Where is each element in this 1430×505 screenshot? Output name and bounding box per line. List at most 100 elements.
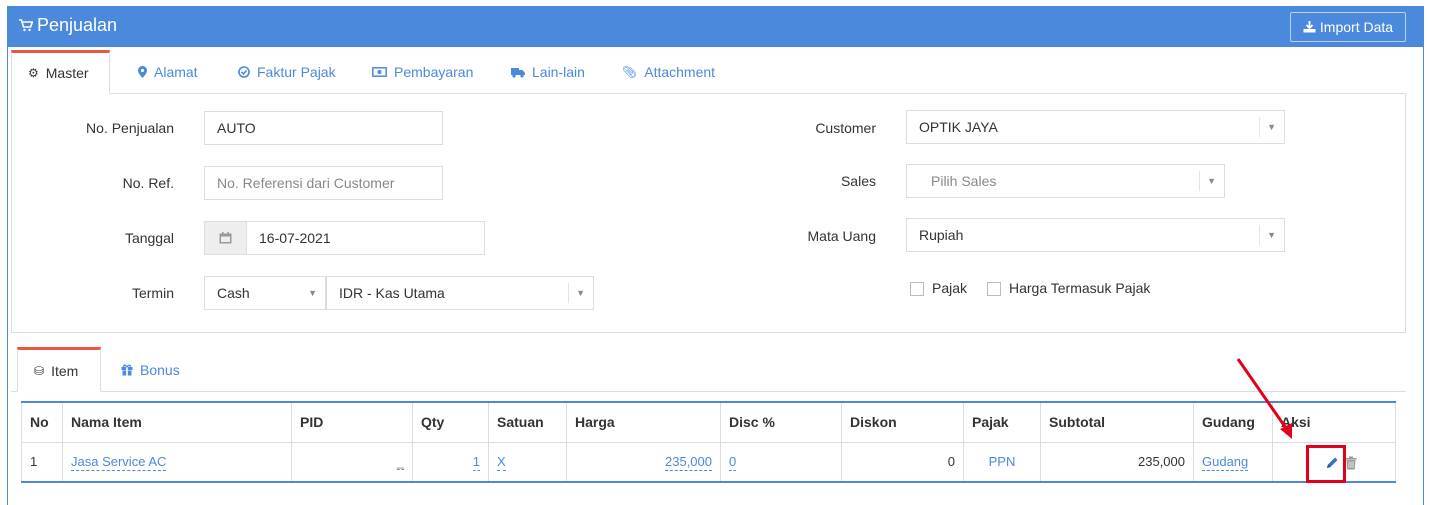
table-header-row: No Nama Item PID Qty Satuan Harga Disc %… (21, 401, 1396, 443)
check-circle-icon (238, 66, 250, 78)
tab-alamat[interactable]: Alamat (138, 50, 198, 94)
cell-satuan: X (488, 441, 567, 483)
calendar-icon (219, 232, 232, 244)
cell-nama-item: Jasa Service AC (62, 441, 292, 483)
download-icon (1303, 21, 1316, 33)
col-pid: PID (291, 401, 413, 443)
tab-faktur-pajak-label: Faktur Pajak (257, 64, 336, 80)
annotation-highlight-box (1306, 445, 1346, 483)
col-disc-pct: Disc % (720, 401, 842, 443)
cell-diskon: 0 (841, 441, 964, 483)
col-qty: Qty (412, 401, 489, 443)
cell-pid: _ (291, 441, 413, 483)
page-title: Penjualan (19, 15, 117, 36)
qty-editable[interactable]: 1 (472, 454, 480, 472)
col-satuan: Satuan (488, 401, 567, 443)
cell-no: 1 (21, 441, 63, 483)
cell-gudang: Gudang (1193, 441, 1273, 483)
col-pajak: Pajak (963, 401, 1041, 443)
truck-icon (511, 67, 525, 78)
tab-attachment-label: Attachment (644, 64, 716, 80)
tab-master-label: Master (45, 65, 89, 81)
harga-termasuk-pajak-label: Harga Termasuk Pajak (1009, 280, 1151, 296)
tab-pembayaran[interactable]: Pembayaran (372, 50, 473, 94)
item-tabs: ⛁ Item Bonus (11, 347, 1406, 392)
gudang-editable[interactable]: Gudang (1202, 454, 1249, 472)
tab-lain-lain[interactable]: Lain-lain (511, 50, 585, 94)
col-nama-item: Nama Item (62, 401, 292, 443)
termin-value: Cash (217, 285, 250, 301)
select-divider (1259, 225, 1260, 245)
chevron-down-icon: ▼ (1267, 230, 1276, 240)
termin-select[interactable]: Cash ▼ (204, 276, 326, 310)
chevron-down-icon: ▼ (308, 288, 317, 298)
cell-qty: 1 (412, 441, 489, 483)
tab-lain-lain-label: Lain-lain (532, 64, 585, 80)
col-harga: Harga (566, 401, 721, 443)
harga-editable[interactable]: 235,000 (665, 454, 712, 472)
no-penjualan-label: No. Penjualan (86, 120, 174, 136)
sales-select[interactable]: Pilih Sales ▼ (906, 164, 1225, 198)
nama-item-editable[interactable]: Jasa Service AC (71, 454, 167, 472)
items-table-wrap: No Nama Item PID Qty Satuan Harga Disc %… (21, 401, 1396, 483)
select-divider (1199, 171, 1200, 191)
pajak-checkbox[interactable] (910, 282, 924, 296)
cubes-icon: ⛁ (34, 363, 45, 378)
no-penjualan-input[interactable]: AUTO (204, 111, 443, 145)
no-ref-label: No. Ref. (122, 175, 174, 191)
col-subtotal: Subtotal (1040, 401, 1194, 443)
tab-master[interactable]: ⚙ Master (11, 50, 110, 94)
col-no: No (21, 401, 63, 443)
tanggal-input[interactable]: 16-07-2021 (204, 221, 485, 255)
select-divider (568, 283, 569, 303)
select-divider (1259, 117, 1260, 137)
map-marker-icon (138, 66, 147, 78)
no-penjualan-value: AUTO (217, 120, 256, 136)
mata-uang-select[interactable]: Rupiah ▼ (906, 218, 1285, 252)
trash-icon[interactable] (1345, 456, 1357, 470)
import-data-button[interactable]: Import Data (1290, 12, 1406, 42)
tanggal-label: Tanggal (124, 230, 174, 246)
tab-item-label: Item (51, 362, 79, 379)
pajak-link[interactable]: PPN (989, 454, 1016, 469)
import-data-label: Import Data (1319, 19, 1394, 35)
tab-faktur-pajak[interactable]: Faktur Pajak (238, 50, 336, 94)
shopping-cart-icon (19, 19, 33, 32)
col-diskon: Diskon (841, 401, 964, 443)
tab-bonus-label: Bonus (140, 361, 180, 378)
gears-icon: ⚙ (28, 66, 39, 80)
tab-item[interactable]: ⛁ Item (17, 347, 101, 392)
sales-label: Sales (840, 173, 876, 189)
pajak-checkbox-label: Pajak (932, 280, 968, 296)
cell-harga: 235,000 (566, 441, 721, 483)
table-row: 1 Jasa Service AC _ 1 X 235,000 0 0 PPN … (21, 441, 1396, 483)
chevron-down-icon: ▼ (1267, 122, 1276, 132)
tab-bonus[interactable]: Bonus (121, 347, 180, 392)
panel-header: Penjualan Import Data (8, 7, 1423, 47)
tanggal-value: 16-07-2021 (259, 230, 331, 246)
money-icon (372, 67, 387, 77)
account-select[interactable]: IDR - Kas Utama ▼ (326, 276, 594, 310)
no-ref-input[interactable]: No. Referensi dari Customer (204, 166, 443, 200)
customer-select[interactable]: OPTIK JAYA ▼ (906, 110, 1285, 144)
cell-pajak: PPN (963, 441, 1041, 483)
mata-uang-label: Mata Uang (807, 228, 876, 244)
page-title-text: Penjualan (37, 15, 118, 35)
satuan-editable[interactable]: X (497, 454, 506, 472)
harga-termasuk-pajak-checkbox[interactable] (987, 282, 1001, 296)
items-table: No Nama Item PID Qty Satuan Harga Disc %… (21, 401, 1396, 483)
termin-label: Termin (131, 285, 174, 301)
chevron-down-icon: ▼ (1207, 176, 1216, 186)
tab-pembayaran-label: Pembayaran (394, 64, 474, 80)
chevron-down-icon: ▼ (576, 288, 585, 298)
gift-icon (121, 363, 133, 376)
main-tabs: ⚙ Master Alamat Faktur Pajak Pembayaran … (11, 50, 1406, 94)
paperclip-icon: 📎︎ (622, 65, 638, 79)
cell-disc-pct: 0 (720, 441, 842, 483)
no-ref-placeholder: No. Referensi dari Customer (217, 175, 395, 191)
pid-editable[interactable]: _ (396, 454, 404, 471)
calendar-addon[interactable] (205, 222, 247, 254)
tab-attachment[interactable]: 📎︎ Attachment (622, 50, 715, 94)
disc-pct-editable[interactable]: 0 (729, 454, 737, 472)
customer-value: OPTIK JAYA (919, 119, 998, 135)
